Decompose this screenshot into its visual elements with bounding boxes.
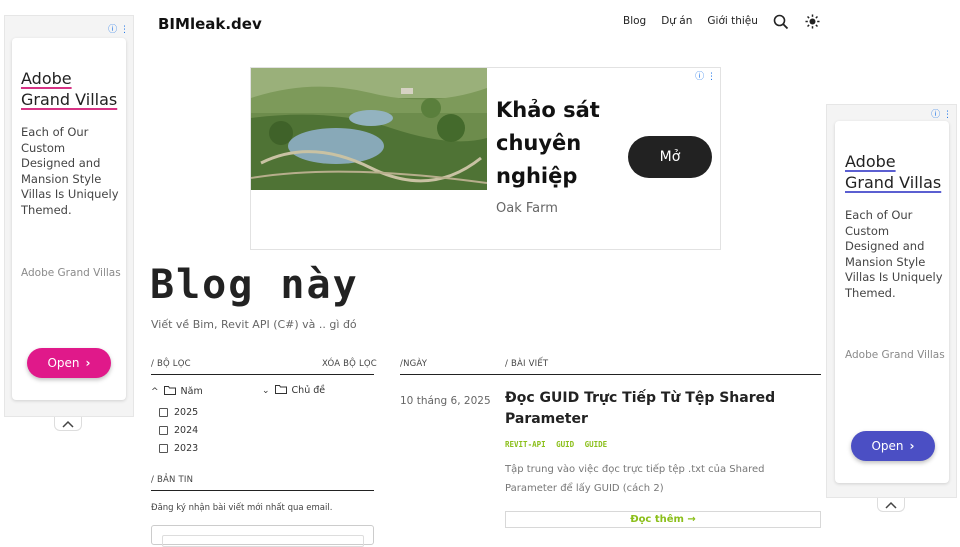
page-subtitle: Viết về Bim, Revit API (C#) và .. gì đó [151, 318, 357, 331]
right-ad-brand: Adobe Grand Villas [845, 349, 945, 361]
ad-info-icon[interactable]: ⓘ ⋮ [108, 22, 129, 35]
chevron-right-icon: › [85, 356, 91, 370]
year-filter-toggle[interactable]: ^ Năm [151, 385, 203, 398]
post-title-line-1: Đọc GUID Trực Tiếp Từ Tệp Shared [505, 390, 776, 406]
banner-ad-brand: Oak Farm [496, 201, 558, 216]
post-tags: REVIT-API GUID GUIDE [505, 434, 613, 452]
chevron-down-icon: ⌄ [262, 385, 270, 396]
left-ad-title-1[interactable]: Adobe [21, 68, 121, 89]
year-option-2024[interactable]: 2024 [159, 425, 198, 436]
newsletter-form [151, 525, 374, 547]
nav-projects[interactable]: Dự án [661, 15, 692, 27]
filters-divider [151, 374, 374, 375]
folder-icon [163, 385, 176, 398]
post-date: 10 tháng 6, 2025 [400, 395, 491, 407]
left-side-ad[interactable]: ⓘ ⋮ Adobe Grand Villas Each of Our Custo… [4, 15, 134, 417]
clear-filters-button[interactable]: XÓA BỘ LỌC [322, 359, 377, 369]
banner-ad-headline[interactable]: Khảo sát chuyên nghiệp [496, 94, 600, 193]
topic-filter-toggle[interactable]: ⌄ Chủ đề [262, 384, 325, 397]
chevron-right-icon: › [909, 439, 915, 453]
year-option-label: 2023 [174, 443, 199, 454]
theme-toggle-sun-icon[interactable] [805, 14, 820, 29]
column-date-label: /NGÀY [400, 359, 428, 369]
newsletter-label: / BẢN TIN [151, 475, 194, 485]
chevron-up-icon [62, 420, 74, 428]
banner-ad-open-button[interactable]: Mở [628, 136, 712, 178]
banner-ad[interactable]: Khảo sát chuyên nghiệp Oak Farm Mở ⓘ ⋮ [250, 67, 721, 250]
right-ad-description: Each of Our Custom Designed and Mansion … [845, 208, 943, 300]
left-ad-open-label: Open [47, 356, 80, 370]
read-more-button[interactable]: Đọc thêm → [505, 511, 821, 528]
ad-info-icon[interactable]: ⓘ ⋮ [695, 69, 716, 82]
banner-headline-line-1: Khảo sát [496, 98, 600, 122]
year-checkbox[interactable] [159, 408, 168, 417]
right-ad-open-button[interactable]: Open › [851, 431, 935, 461]
topic-filter-label: Chủ đề [291, 385, 326, 396]
main-nav: Blog Dự án Giới thiệu [623, 15, 758, 27]
banner-headline-line-2: chuyên [496, 131, 582, 155]
right-side-ad[interactable]: ⓘ ⋮ Adobe Grand Villas Each of Our Custo… [826, 104, 957, 498]
folder-icon [274, 384, 287, 397]
filters-label: / BỘ LỌC [151, 359, 191, 369]
left-ad-card[interactable]: Adobe Grand Villas Each of Our Custom De… [12, 38, 126, 400]
year-filter-label: Năm [180, 386, 203, 397]
year-option-2025[interactable]: 2025 [159, 407, 198, 418]
site-logo[interactable]: BIMleak.dev [158, 15, 262, 33]
search-icon[interactable] [773, 14, 789, 30]
year-checkbox[interactable] [159, 444, 168, 453]
ad-info-icon[interactable]: ⓘ ⋮ [931, 107, 952, 120]
left-ad-brand: Adobe Grand Villas [21, 267, 121, 279]
left-ad-collapse-tab[interactable] [54, 417, 82, 431]
right-ad-open-label: Open [871, 439, 904, 453]
post-excerpt: Tập trung vào việc đọc trực tiếp tệp .tx… [505, 460, 821, 498]
newsletter-email-input[interactable] [162, 535, 364, 547]
chevron-up-icon [885, 501, 897, 509]
year-option-label: 2025 [174, 407, 199, 418]
year-option-2023[interactable]: 2023 [159, 443, 198, 454]
tag-guid[interactable]: GUID [556, 440, 574, 449]
left-ad-description: Each of Our Custom Designed and Mansion … [21, 125, 119, 217]
newsletter-text: Đăng ký nhận bài viết mới nhất qua email… [151, 503, 333, 513]
year-checkbox[interactable] [159, 426, 168, 435]
right-ad-title-1[interactable]: Adobe [845, 151, 945, 172]
column-post-label: / BÀI VIẾT [505, 359, 549, 369]
post-title-link[interactable]: Đọc GUID Trực Tiếp Từ Tệp Shared Paramet… [505, 388, 821, 430]
banner-headline-line-3: nghiệp [496, 164, 578, 188]
tag-revit-api[interactable]: REVIT-API [505, 440, 546, 449]
post-title-line-2: Parameter [505, 411, 588, 427]
newsletter-divider [151, 490, 374, 491]
post-excerpt-line-1: Tập trung vào việc đọc trực tiếp tệp .tx… [505, 464, 765, 475]
chevron-up-icon: ^ [151, 386, 159, 397]
year-option-label: 2024 [174, 425, 199, 436]
nav-about[interactable]: Giới thiệu [707, 15, 758, 27]
post-excerpt-line-2: Parameter để lấy GUID (cách 2) [505, 483, 664, 494]
right-ad-card[interactable]: Adobe Grand Villas Each of Our Custom De… [835, 121, 949, 483]
nav-blog[interactable]: Blog [623, 15, 646, 27]
page-title: Blog này [150, 262, 359, 308]
left-ad-title-2[interactable]: Grand Villas [21, 89, 121, 110]
banner-ad-image[interactable] [251, 68, 487, 190]
left-ad-open-button[interactable]: Open › [27, 348, 111, 378]
tag-guide[interactable]: GUIDE [585, 440, 608, 449]
right-ad-title-2[interactable]: Grand Villas [845, 172, 945, 193]
right-ad-collapse-tab[interactable] [877, 498, 905, 512]
posts-divider [400, 374, 821, 375]
